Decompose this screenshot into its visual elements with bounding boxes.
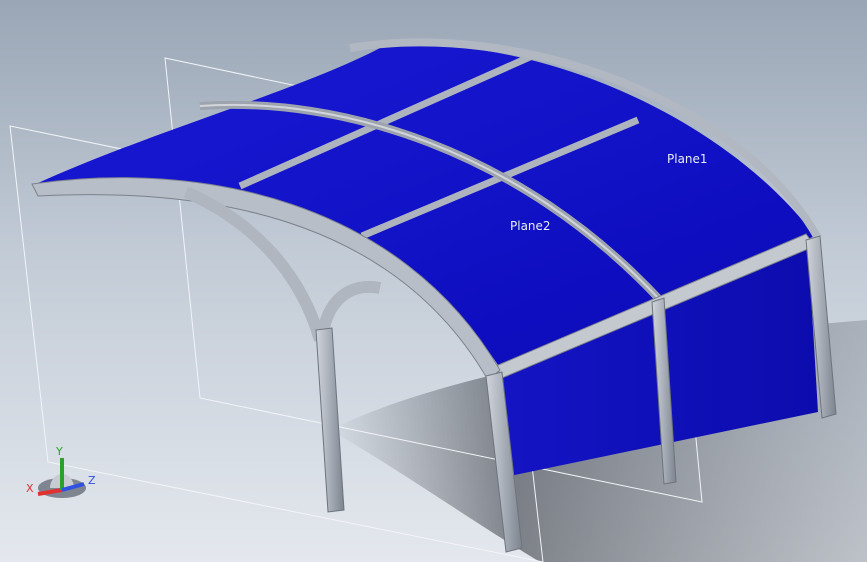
graphics-viewport[interactable]: Plane1 Plane2 X Y Z	[0, 0, 867, 562]
plane1-label[interactable]: Plane1	[667, 152, 708, 166]
plane2-label[interactable]: Plane2	[510, 219, 551, 233]
triad-z-label: Z	[88, 474, 96, 487]
triad-x-label: X	[26, 482, 34, 495]
reference-triad: X Y Z	[26, 445, 96, 498]
post-front-left	[315, 327, 345, 513]
model-scene[interactable]: Plane1 Plane2 X Y Z	[0, 0, 867, 562]
triad-y-label: Y	[55, 445, 63, 458]
